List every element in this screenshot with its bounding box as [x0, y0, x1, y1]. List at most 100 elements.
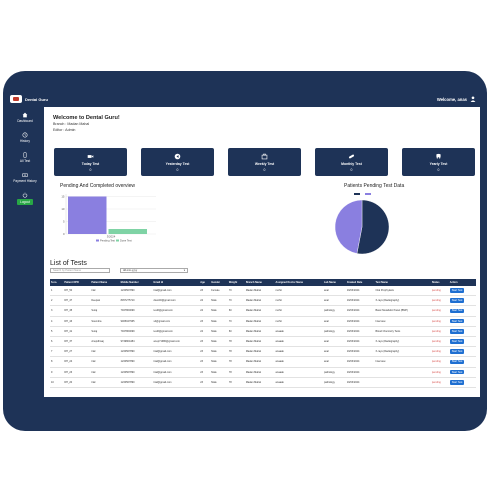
table-cell: DH_43 [63, 316, 91, 327]
start-test-button[interactable]: Start Test [449, 308, 465, 314]
y-tick-label: 0 [63, 232, 65, 236]
legend-swatch [116, 239, 119, 242]
card-today-test[interactable]: Today Test 0 [54, 148, 127, 176]
start-test-button[interactable]: Start Test [449, 329, 465, 334]
table-cell: anaaak [274, 367, 323, 378]
status-cell: pending [430, 295, 449, 307]
action-cell: Start Test [448, 285, 476, 297]
start-test-button[interactable]: Start Test [449, 349, 465, 355]
table-cell: Madan Mahal [244, 346, 275, 358]
start-test-button[interactable]: Start Test [449, 339, 465, 344]
table-cell: DH_45 [63, 305, 91, 317]
table-cell: X-rays (Radiography) [374, 295, 431, 307]
table-cell: 19/03/2024 [345, 346, 375, 358]
sidebar-item-all-test[interactable]: All Test [6, 152, 44, 163]
table-cell: Madan Mahal [244, 367, 275, 378]
money-icon [22, 173, 28, 177]
table-row: 1 DH_50 trial 1234567890 trial@gmail.com 23 Fe… [50, 285, 476, 297]
table-cell: Madan Mahal [244, 336, 275, 348]
card-label: Yesterday Test [165, 161, 190, 166]
logout-button[interactable]: Logout [17, 199, 33, 205]
table-cell: 78 [227, 377, 245, 388]
table-cell: 78 [227, 336, 245, 348]
table-cell: anal [322, 336, 346, 348]
table-cell: anaaak [274, 356, 323, 368]
date-filter-select[interactable]: dd-mm-yyyy ▾ [120, 268, 188, 273]
status-cell: pending [430, 326, 449, 337]
table-cell: 23 [199, 346, 211, 358]
table-cell: DH_47 [63, 295, 91, 307]
table-cell: Male [210, 326, 228, 337]
brand[interactable]: Dental Guru [10, 95, 48, 103]
table-cell: 1234567890 [119, 356, 153, 368]
table-cell: Interview [374, 316, 431, 327]
card-yearly-test[interactable]: Yearly Test 0 [402, 148, 475, 176]
home-icon [22, 112, 28, 118]
pie-chart-title: Patients Pending Test Data [344, 183, 405, 189]
start-test-button[interactable]: Start Test [449, 369, 465, 375]
status-cell: pending [430, 356, 449, 368]
table-cell: 23 [199, 377, 211, 388]
date-filter-value: dd-mm-yyyy [123, 269, 138, 272]
user-menu[interactable]: Welcome, anas [437, 96, 476, 102]
table-row: 4 DH_43 Soumitra 9465047965 s4@gmail.com 23 Ma… [50, 316, 476, 327]
legend-swatch [354, 193, 360, 195]
bar-chart: 15 10 5 0 3/2024Pending Test Done Test [61, 194, 156, 242]
table-cell: Suraj [90, 305, 120, 317]
start-test-button[interactable]: Start Test [449, 379, 465, 385]
table-cell: Blood Chemistry Tests [374, 326, 431, 337]
table-cell: DH_37 [63, 336, 91, 348]
table-cell: Oral Prophylaxis [374, 285, 431, 297]
pills-icon [348, 154, 355, 158]
y-tick-label: 15 [61, 195, 65, 199]
sidebar-item-dashboard[interactable]: Dashboard [6, 112, 44, 123]
sidebar-item-label: Dashboard [17, 119, 33, 123]
pie-chart [334, 193, 390, 255]
table-cell: 9465047965 [119, 316, 153, 327]
table-cell: 23 [199, 336, 211, 348]
table-cell: 1234567890 [119, 367, 153, 378]
table-cell: 19/03/2024 [345, 356, 375, 368]
action-cell: Start Test [448, 377, 476, 388]
sidebar-item-logout[interactable]: Logout [6, 192, 44, 205]
card-weekly-test[interactable]: Weekly Test 0 [228, 148, 301, 176]
table-cell: 19/03/2024 [345, 336, 375, 348]
sidebar-item-label: All Test [19, 159, 31, 163]
table-cell [374, 377, 431, 388]
table-row: 10 DH_20 trial 1234567890 trial@gmail.com 23 M… [50, 377, 476, 388]
card-label: Monthly Test [341, 161, 362, 166]
start-test-button[interactable]: Start Test [449, 318, 465, 324]
table-cell: 9749804484 [119, 336, 153, 348]
start-test-button[interactable]: Start Test [449, 298, 465, 304]
action-cell: Start Test [448, 326, 476, 337]
sidebar-item-payment-history[interactable]: Payment History [6, 172, 44, 183]
table-row: 2 DH_47 Deepak 8457275710 dtest46@gmail.com 2… [50, 295, 476, 307]
start-test-button[interactable]: Start Test [449, 288, 465, 293]
table-cell: 5 [50, 326, 64, 337]
table-cell: anaaak [274, 326, 323, 337]
card-monthly-test[interactable]: Monthly Test 0 [315, 148, 388, 176]
table-cell: 19/03/2024 [345, 285, 375, 297]
table-cell: trial@gmail.com [152, 346, 200, 358]
y-tick-label: 5 [63, 220, 65, 224]
table-cell: 78 [227, 367, 245, 378]
page-title: Welcome to Dental Guru! [53, 115, 120, 121]
table-cell: 19/03/2024 [345, 295, 375, 307]
table-cell: 24 [199, 305, 211, 317]
table-cell: Madan Mahal [244, 326, 275, 337]
sidebar-item-history[interactable]: History [6, 132, 44, 143]
table-cell: mohit [274, 295, 323, 307]
table-cell: mohit [274, 316, 323, 327]
start-test-button[interactable]: Start Test [449, 359, 465, 365]
top-bar: Dental Guru Welcome, anas [6, 92, 482, 106]
bar-done-test [108, 229, 147, 234]
table-cell: s4@gmail.com [152, 316, 200, 327]
table-cell: 60 [227, 326, 245, 337]
table-cell: anal [322, 346, 346, 358]
table-cell: DH_27 [63, 346, 91, 358]
search-input[interactable]: Search by Patient Name [50, 268, 110, 273]
table-cell: anal [322, 356, 346, 368]
user-icon[interactable] [470, 96, 476, 102]
table-cell: 7947860099 [119, 326, 153, 337]
card-yesterday-test[interactable]: Yesterday Test 0 [141, 148, 214, 176]
